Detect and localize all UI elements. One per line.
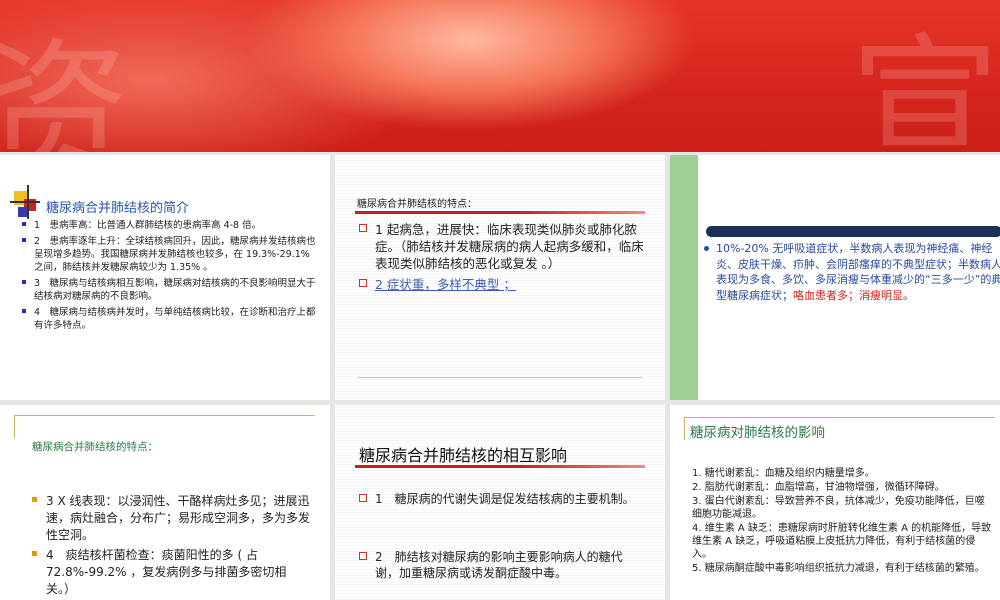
- slide-thumbnail-6[interactable]: 糖尿病对肺结核的影响 1. 糖代谢紊乱：血糖及组织内糖量增多。 2. 脂肪代谢紊…: [670, 405, 1000, 600]
- list-item: 4 糖尿病与结核病并发时，与单纯结核病比较，在诊断和治疗上都有许多特点。: [22, 306, 317, 332]
- slide-bullet-list: 1 患病率高：比普通人群肺结核的患病率高 4-8 倍。 2 患病率逐年上升：全球…: [22, 219, 317, 332]
- list-item: 2 患病率逐年上升：全球结核病回升，因此，糖尿病并发结核病也呈现增多趋势。我国糖…: [22, 235, 317, 274]
- bullet-icon: [22, 222, 26, 226]
- list-item-text: 4 痰结核杆菌检查：痰菌阳性的多 ( 占 72.8%-99.2% ，复发病例多与…: [46, 548, 287, 596]
- list-item: 3. 蛋白代谢紊乱：导致营养不良，抗体减少，免疫功能降低，巨噬细胞功能减退。: [692, 496, 985, 520]
- title-underline: [355, 465, 645, 468]
- list-item: 2 症状重，多样不典型 ；: [359, 276, 644, 293]
- slide-bullet-list: 1 起病急，进展快：临床表现类似肺炎或肺化脓症。（肺结核并发糖尿病的病人起病多缓…: [359, 221, 644, 293]
- list-item-text: 1 患病率高：比普通人群肺结核的患病率高 4-8 倍。: [34, 220, 262, 231]
- footer-divider: [357, 377, 643, 378]
- slide-title: 糖尿病合并肺结核的特点：: [32, 441, 158, 453]
- list-item-text: 4 糖尿病与结核病并发时，与单纯结核病比较，在诊断和治疗上都有许多特点。: [34, 307, 316, 331]
- list-item: 1 患病率高：比普通人群肺结核的患病率高 4-8 倍。: [22, 219, 317, 232]
- slide-title: 糖尿病对肺结核的影响: [690, 425, 825, 441]
- list-item: 5. 糖尿病酮症酸中毒影响组织抵抗力减退，有利于结核菌的繁殖。: [692, 563, 985, 574]
- title-frame: [14, 415, 315, 438]
- bullet-icon: [22, 238, 26, 242]
- green-top-strip: [670, 155, 698, 163]
- bullet-icon: [32, 497, 37, 502]
- banner-image: 资 宣: [0, 0, 1000, 152]
- bullet-icon: [22, 280, 26, 284]
- list-item-text: 2 患病率逐年上升：全球结核病回升，因此，糖尿病并发结核病也呈现增多趋势。我国糖…: [34, 236, 316, 273]
- list-item-text: 2 肺结核对糖尿病的影响主要影响病人的糖代谢，加重糖尿病或诱发酮症酸中毒。: [375, 550, 623, 580]
- list-item: 4 痰结核杆菌检查：痰菌阳性的多 ( 占 72.8%-99.2% ，复发病例多与…: [32, 547, 310, 598]
- slide-thumbnail-5[interactable]: 糖尿病合并肺结核的相互影响 1 糖尿病的代谢失调是促发结核病的主要机制。 2 肺…: [335, 405, 665, 600]
- list-item-text: 3 糖尿病与结核病相互影响，糖尿病对结核病的不良影响明显大于结核病对糖尿病的不良…: [34, 278, 316, 302]
- banner-glyph-left: 资: [0, 25, 131, 152]
- list-item: 3 糖尿病与结核病相互影响，糖尿病对结核病的不良影响明显大于结核病对糖尿病的不良…: [22, 277, 317, 303]
- bullet-icon: [32, 551, 37, 556]
- slide-title: 糖尿病合并肺结核的相互影响: [359, 446, 568, 465]
- list-item: 3 X 线表现：以浸润性、干酪样病灶多见；进展迅速，病灶融合，分布广；易形成空洞…: [32, 493, 310, 544]
- slide-title: 糖尿病合并肺结核的简介: [46, 201, 190, 216]
- list-item: 1 糖尿病的代谢失调是促发结核病的主要机制。: [359, 491, 639, 507]
- navy-rule: [706, 226, 1000, 237]
- bullet-icon: [359, 552, 367, 560]
- list-item-text: 1 起病急，进展快：临床表现类似肺炎或肺化脓症。（肺结核并发糖尿病的病人起病多缓…: [375, 222, 644, 271]
- list-item: 4. 维生素 A 缺乏：患糖尿病时肝脏转化维生素 A 的机能降低，导致维生素 A…: [692, 523, 992, 560]
- bullet-icon: [359, 279, 367, 287]
- slide-thumbnail-2[interactable]: 糖尿病合并肺结核的特点： 1 起病急，进展快：临床表现类似肺炎或肺化脓症。（肺结…: [335, 155, 665, 400]
- slide-title: 糖尿病合并肺结核的特点：: [357, 199, 477, 210]
- list-item-text: 1 糖尿病的代谢失调是促发结核病的主要机制。: [375, 492, 635, 506]
- banner-glyph-right: 宣: [850, 20, 1000, 152]
- list-item-text: 3 X 线表现：以浸润性、干酪样病灶多见；进展迅速，病灶融合，分布广；易形成空洞…: [46, 494, 311, 542]
- slide-bullet-list: 1 糖尿病的代谢失调是促发结核病的主要机制。 2 肺结核对糖尿病的影响主要影响病…: [359, 491, 639, 581]
- list-item: 2 肺结核对糖尿病的影响主要影响病人的糖代谢，加重糖尿病或诱发酮症酸中毒。: [359, 549, 639, 581]
- slide-thumbnail-3[interactable]: 10%-20% 无呼吸道症状，半数病人表现为神经痛、神经炎、皮肤干燥、疖肿、会阴…: [670, 155, 1000, 400]
- slide-thumbnail-1[interactable]: 糖尿病合并肺结核的简介 1 患病率高：比普通人群肺结核的患病率高 4-8 倍。 …: [0, 155, 330, 400]
- body-text-highlight: 咯血患者多；消瘦明显。: [793, 288, 914, 302]
- slide-body-text: 10%-20% 无呼吸道症状，半数病人表现为神经痛、神经炎、皮肤干燥、疖肿、会阴…: [704, 241, 1000, 303]
- list-item: 1. 糖代谢紊乱：血糖及组织内糖量增多。: [692, 468, 875, 479]
- bullet-icon: [359, 494, 367, 502]
- slide-bullet-list: 3 X 线表现：以浸润性、干酪样病灶多见；进展迅速，病灶融合，分布广；易形成空洞…: [32, 493, 310, 598]
- title-underline: [355, 211, 645, 214]
- bullet-dot-icon: [704, 246, 709, 251]
- slide-numbered-list: 1. 糖代谢紊乱：血糖及组织内糖量增多。 2. 脂肪代谢紊乱：血脂增高，甘油物增…: [692, 467, 992, 575]
- bullet-icon: [359, 224, 367, 232]
- list-item: 2. 脂肪代谢紊乱：血脂增高，甘油物增强，微循环障碍。: [692, 482, 945, 493]
- bullet-icon: [22, 309, 26, 313]
- slide-thumbnail-4[interactable]: 糖尿病合并肺结核的特点： 3 X 线表现：以浸润性、干酪样病灶多见；进展迅速，病…: [0, 405, 330, 600]
- green-bar: [670, 155, 698, 400]
- list-item-link[interactable]: 2 症状重，多样不典型 ；: [375, 277, 516, 292]
- list-item: 1 起病急，进展快：临床表现类似肺炎或肺化脓症。（肺结核并发糖尿病的病人起病多缓…: [359, 221, 644, 272]
